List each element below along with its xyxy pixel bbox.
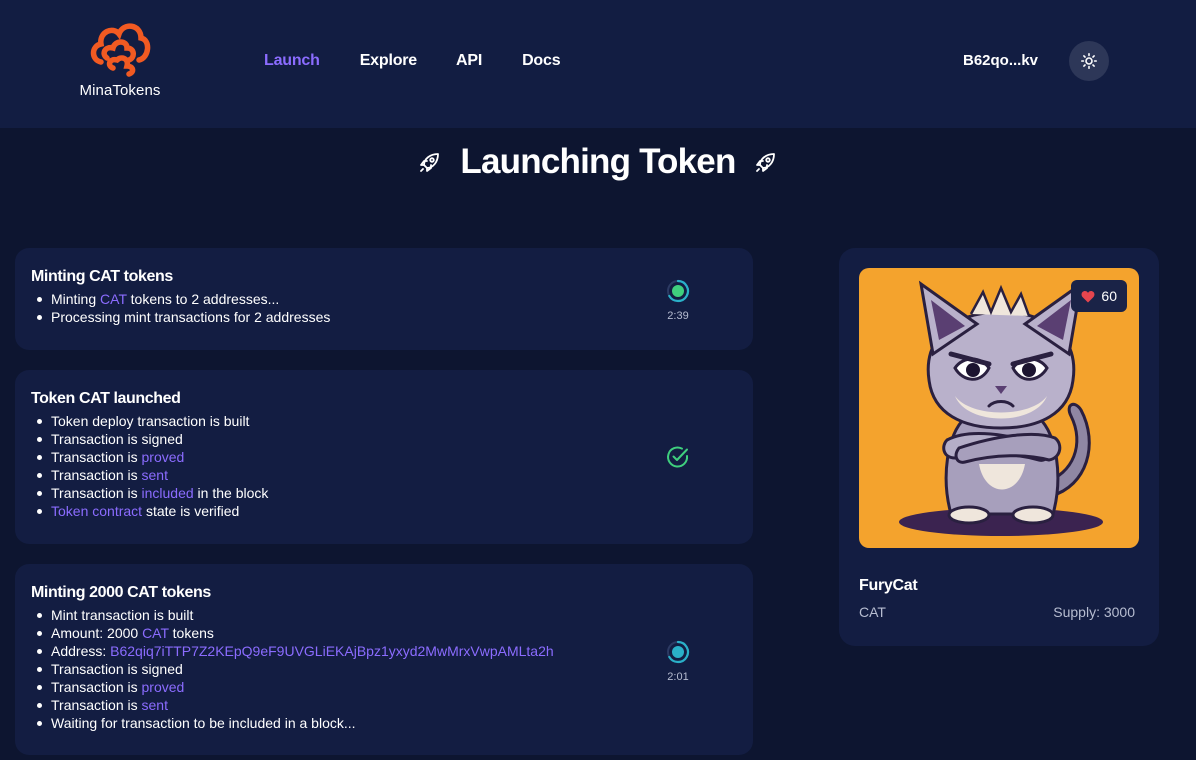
list-item: Transaction is sent xyxy=(31,696,737,714)
item-text: Amount: 2000 xyxy=(51,625,143,641)
sent-link[interactable]: sent xyxy=(142,467,168,483)
step-title: Token CAT launched xyxy=(31,390,181,407)
item-text: tokens to 2 addresses... xyxy=(126,291,280,307)
token-name: FuryCat xyxy=(859,577,918,594)
list-item: Waiting for transaction to be included i… xyxy=(31,714,737,732)
rocket-icon xyxy=(420,153,440,172)
list-item: Address: B62qiq7iTTP7Z2KEpQ9eF9UVGLiEKAj… xyxy=(31,642,737,660)
list-item: Amount: 2000 CAT tokens xyxy=(31,624,737,642)
step-list: Mint transaction is built Amount: 2000 C… xyxy=(31,606,737,732)
item-text: state is verified xyxy=(142,503,240,519)
step-status: 2:39 xyxy=(658,279,698,322)
heart-icon xyxy=(1081,290,1095,302)
item-text: Transaction is xyxy=(51,467,142,483)
check-circle-icon xyxy=(667,446,689,468)
page-title: Launching Token xyxy=(460,142,736,181)
step-status xyxy=(658,445,698,474)
step-title: Minting 2000 CAT tokens xyxy=(31,584,211,601)
app-name: MinaTokens xyxy=(79,82,161,99)
sent-link[interactable]: sent xyxy=(142,697,168,713)
proved-link[interactable]: proved xyxy=(142,679,185,695)
item-text: Processing mint transactions for 2 addre… xyxy=(51,309,331,325)
step-list: Token deploy transaction is built Transa… xyxy=(31,412,737,520)
item-text: Minting xyxy=(51,291,101,307)
item-text: Transaction is xyxy=(51,697,142,713)
step-status: 2:01 xyxy=(658,640,698,683)
step-card: Minting 2000 CAT tokens Mint transaction… xyxy=(15,564,753,755)
wallet-address[interactable]: B62qo...kv xyxy=(963,52,1038,69)
token-image: 60 xyxy=(859,268,1139,548)
like-button[interactable]: 60 xyxy=(1071,280,1127,312)
list-item: Transaction is signed xyxy=(31,430,737,448)
step-timer: 2:39 xyxy=(667,310,689,322)
list-item: Token deploy transaction is built xyxy=(31,412,737,430)
top-navbar: MinaTokens Launch Explore API Docs B62qo… xyxy=(0,0,1196,128)
token-preview-card: 60 FuryCat CAT Supply: 3000 xyxy=(839,248,1159,646)
item-text: tokens xyxy=(168,625,214,641)
page-title-row: Launching Token xyxy=(0,142,1196,182)
rocket-icon xyxy=(755,153,775,172)
list-item: Transaction is sent xyxy=(31,466,737,484)
included-link[interactable]: included xyxy=(142,485,194,501)
token-symbol-link[interactable]: CAT xyxy=(142,625,169,641)
proved-link[interactable]: proved xyxy=(142,449,185,465)
item-text: Mint transaction is built xyxy=(51,607,194,623)
spinner-icon xyxy=(667,279,690,303)
main-nav: Launch Explore API Docs xyxy=(264,52,600,70)
item-text: Transaction is signed xyxy=(51,431,183,447)
step-card: Token CAT launched Token deploy transact… xyxy=(15,370,753,544)
app-logo[interactable]: MinaTokens xyxy=(72,14,168,104)
cloud-logo-icon xyxy=(90,23,151,77)
list-item: Minting CAT tokens to 2 addresses... xyxy=(31,290,737,308)
item-text: Transaction is xyxy=(51,679,142,695)
sun-icon xyxy=(1081,53,1097,69)
token-contract-link[interactable]: Token contract xyxy=(51,503,142,519)
item-text: in the block xyxy=(193,485,269,501)
nav-explore[interactable]: Explore xyxy=(360,52,417,70)
step-timer: 2:01 xyxy=(667,671,689,683)
item-text: Transaction is xyxy=(51,485,142,501)
item-text: Transaction is signed xyxy=(51,661,183,677)
list-item: Processing mint transactions for 2 addre… xyxy=(31,308,737,326)
step-list: Minting CAT tokens to 2 addresses... Pro… xyxy=(31,290,737,326)
like-count: 60 xyxy=(1101,288,1117,304)
step-title: Minting CAT tokens xyxy=(31,268,173,285)
list-item: Transaction is included in the block xyxy=(31,484,737,502)
item-text: Address: xyxy=(51,643,111,659)
list-item: Token contract state is verified xyxy=(31,502,737,520)
nav-api[interactable]: API xyxy=(456,52,482,70)
theme-toggle-button[interactable] xyxy=(1069,41,1109,81)
step-card: Minting CAT tokens Minting CAT tokens to… xyxy=(15,248,753,350)
nav-docs[interactable]: Docs xyxy=(522,52,561,70)
token-symbol-link[interactable]: CAT xyxy=(100,291,127,307)
nav-launch[interactable]: Launch xyxy=(264,52,320,70)
list-item: Mint transaction is built xyxy=(31,606,737,624)
item-text: Token deploy transaction is built xyxy=(51,413,250,429)
item-text: Transaction is xyxy=(51,449,142,465)
address-link[interactable]: B62qiq7iTTP7Z2KEpQ9eF9UVGLiEKAjBpz1yxyd2… xyxy=(110,643,554,659)
list-item: Transaction is proved xyxy=(31,448,737,466)
token-symbol: CAT xyxy=(859,604,886,620)
list-item: Transaction is proved xyxy=(31,678,737,696)
spinner-icon xyxy=(667,640,690,664)
token-supply: Supply: 3000 xyxy=(1053,604,1135,620)
list-item: Transaction is signed xyxy=(31,660,737,678)
item-text: Waiting for transaction to be included i… xyxy=(51,715,356,731)
